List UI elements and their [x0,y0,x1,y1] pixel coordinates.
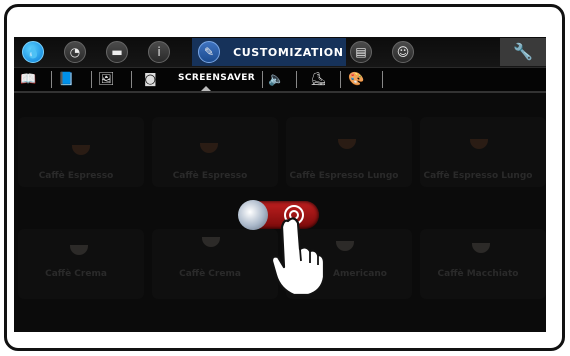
info-icon[interactable]: i [148,41,170,63]
divider [340,71,341,88]
tile-label: Caffè Espresso Lungo [289,171,399,181]
top-menu-bar: 💧 ◔ ▬ i ✎ CUSTOMIZATION ▤ ☺ 🔧 [14,37,546,68]
toggle-knob [238,200,268,230]
tile-label: Caffè Espresso Lungo [423,171,533,181]
tile-label: Caffè Crema [45,269,107,279]
divider [51,71,52,88]
tile-label: Caffè Macchiato [437,269,519,279]
shoe-icon[interactable]: ⛸ [310,71,327,88]
divider [296,71,297,88]
tab-customization[interactable]: ✎ CUSTOMIZATION [192,38,346,66]
wrench-icon: 🔧 [513,42,533,61]
user-icon[interactable]: ☺ [392,41,414,63]
coffee-machine-screen: 💧 ◔ ▬ i ✎ CUSTOMIZATION ▤ ☺ 🔧 📖 📘 🖼 ◙ SC… [14,37,546,332]
screensaver-tab-label[interactable]: SCREENSAVER [178,73,255,83]
tile-label: Caffè Espresso [38,171,114,181]
monitor-icon[interactable]: ▤ [350,41,372,63]
tile-bg [18,229,144,299]
divider [262,71,263,88]
tile-label: Caffè Crema [179,269,241,279]
active-tab-indicator [201,86,211,91]
water-drop-icon[interactable]: 💧 [22,41,44,63]
divider [91,71,92,88]
tab-customization-label: CUSTOMIZATION [233,46,344,59]
book-icon[interactable]: 📖 [20,71,36,88]
book-image-icon[interactable]: 📘 [58,71,74,88]
palette-icon[interactable]: 🎨 [348,71,364,88]
pointing-hand-icon [270,217,326,297]
divider [382,71,383,88]
divider [131,71,132,88]
submenu-bar: 📖 📘 🖼 ◙ SCREENSAVER 🔈 ⛸ 🎨 [14,68,546,93]
folder-icon[interactable]: ▬ [106,41,128,63]
speaker-icon[interactable]: 🔈 [268,71,284,88]
tile-label: Caffè Espresso [172,171,248,181]
picture-icon[interactable]: 🖼 [98,71,115,88]
tile-bg [420,229,546,299]
clock-icon[interactable]: ◔ [64,41,86,63]
maintenance-button[interactable]: 🔧 [500,38,546,66]
screensaver-icon[interactable]: ◙ [144,71,157,88]
customization-icon: ✎ [198,41,220,63]
